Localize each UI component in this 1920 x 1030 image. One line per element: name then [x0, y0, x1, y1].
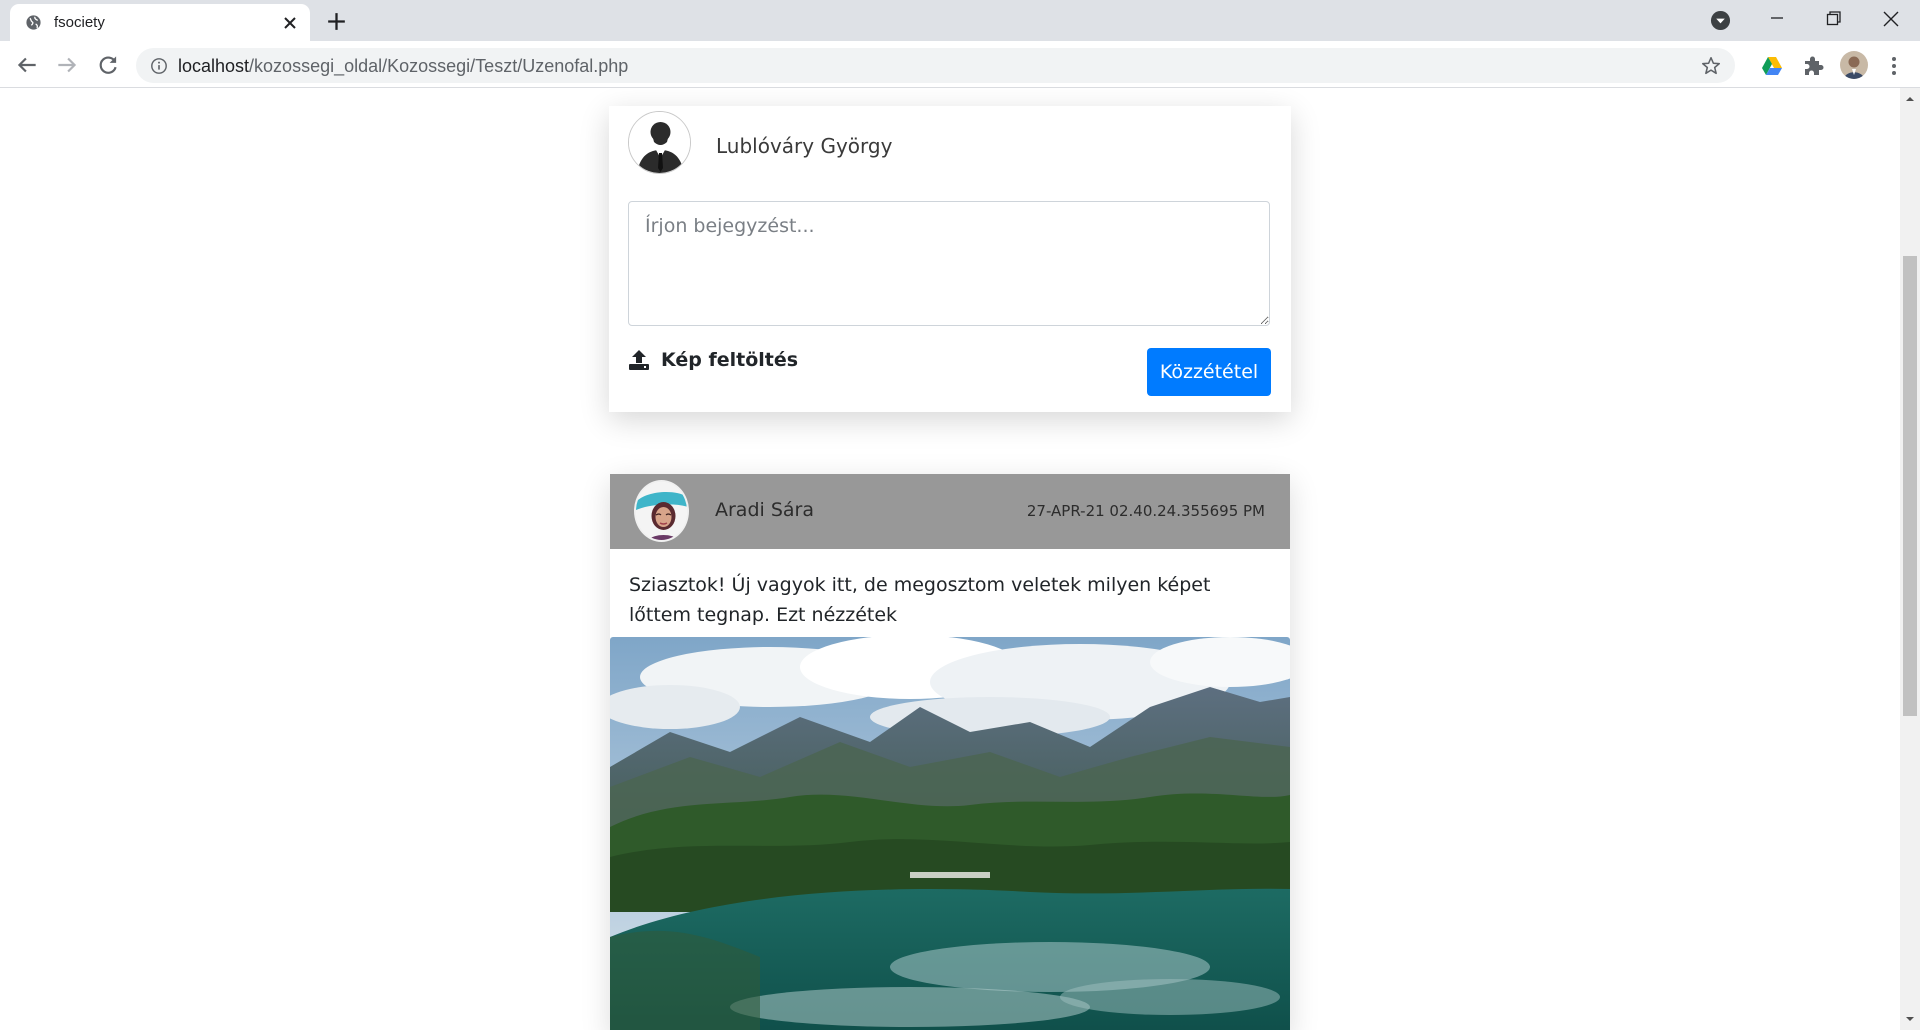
address-bar[interactable]: localhost/kozossegi_oldal/Kozossegi/Tesz…	[136, 48, 1735, 83]
image-upload-button[interactable]: Kép feltöltés	[628, 346, 798, 374]
star-icon[interactable]	[1700, 55, 1722, 77]
menu-icon[interactable]	[1884, 54, 1904, 78]
author-avatar[interactable]	[634, 480, 689, 542]
forward-icon[interactable]	[54, 52, 80, 78]
tab-strip: fsociety	[0, 0, 1920, 41]
upload-label: Kép feltöltés	[661, 349, 799, 371]
post-image[interactable]	[610, 637, 1290, 1030]
post-textarea[interactable]	[628, 201, 1270, 326]
composer-user-name: Lublóváry György	[716, 134, 893, 158]
page-scrollbar[interactable]	[1900, 88, 1920, 1030]
puzzle-icon[interactable]	[1801, 54, 1825, 78]
browser-tab[interactable]: fsociety	[10, 4, 310, 41]
info-icon[interactable]	[150, 57, 168, 75]
reload-icon[interactable]	[95, 52, 121, 78]
globe-icon	[26, 15, 41, 30]
url-path: /kozossegi_oldal/Kozossegi/Teszt/Uzenofa…	[249, 56, 629, 76]
minimize-icon[interactable]	[1762, 6, 1792, 34]
user-avatar	[628, 111, 691, 174]
back-icon[interactable]	[14, 52, 40, 78]
post-composer: Lublóváry György Kép feltöltés Közzététe…	[609, 106, 1291, 412]
plus-icon[interactable]	[324, 9, 349, 34]
page-content: Lublóváry György Kép feltöltés Közzététe…	[0, 88, 1900, 1030]
tab-title: fsociety	[54, 14, 105, 31]
scroll-up-icon[interactable]	[1905, 94, 1915, 104]
post-author[interactable]: Aradi Sára	[715, 499, 814, 521]
profile-avatar[interactable]	[1840, 51, 1868, 79]
close-icon[interactable]	[280, 13, 300, 33]
drive-icon[interactable]	[1760, 54, 1784, 78]
url-host: localhost	[178, 56, 250, 76]
url-text[interactable]: localhost/kozossegi_oldal/Kozossegi/Tesz…	[178, 56, 628, 77]
browser-toolbar: localhost/kozossegi_oldal/Kozossegi/Tesz…	[0, 41, 1920, 88]
scroll-thumb[interactable]	[1903, 256, 1917, 716]
publish-button[interactable]: Közzététel	[1147, 348, 1271, 396]
upload-icon	[629, 350, 649, 370]
post-card: Aradi Sára 27-APR-21 02.40.24.355695 PM …	[610, 474, 1290, 1030]
post-text: Sziasztok! Új vagyok itt, de megosztom v…	[629, 574, 1211, 626]
window-close-icon[interactable]	[1876, 6, 1906, 34]
tab-search-icon[interactable]	[1710, 10, 1731, 31]
post-timestamp: 27-APR-21 02.40.24.355695 PM	[1026, 502, 1265, 520]
scroll-down-icon[interactable]	[1905, 1014, 1915, 1024]
post-header: Aradi Sára 27-APR-21 02.40.24.355695 PM	[610, 474, 1290, 549]
restore-icon[interactable]	[1818, 6, 1848, 34]
